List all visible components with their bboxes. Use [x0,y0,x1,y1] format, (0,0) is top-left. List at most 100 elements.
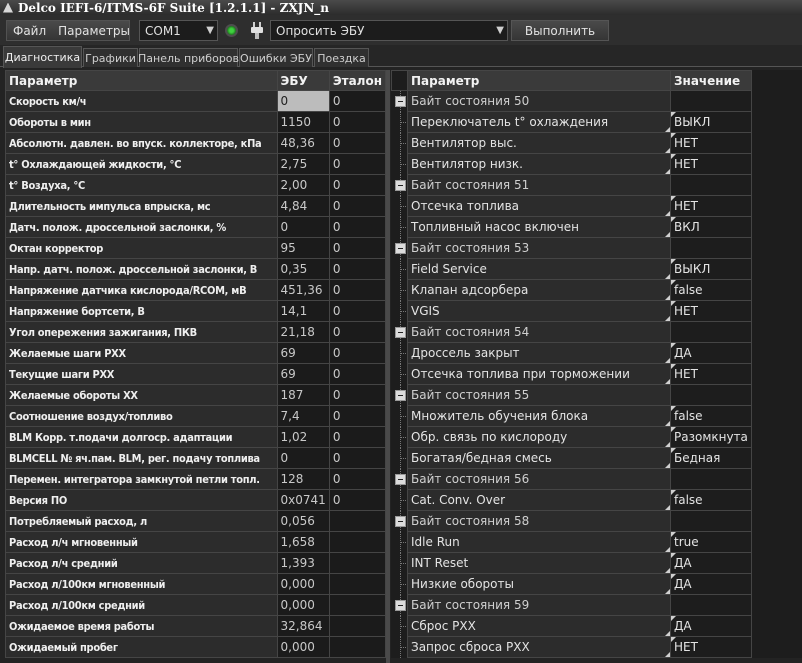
ecu-value[interactable]: 95 [276,237,330,259]
execute-button[interactable]: Выполнить [511,20,609,41]
parameter-value[interactable]: true [670,531,752,553]
parameter-value[interactable]: НЕТ [670,153,752,175]
table-row[interactable]: Желаемые обороты ХХ 187 0 [5,384,387,406]
group-row[interactable]: Байт состояния 50 [391,90,752,112]
ecu-value[interactable]: 0,000 [276,573,330,595]
group-row[interactable]: Байт состояния 53 [391,237,752,259]
ecu-value[interactable]: 0,35 [276,258,330,280]
reference-value[interactable]: 0 [328,363,387,385]
parameter-value[interactable]: ВЫКЛ [670,111,752,133]
tab-diagnostics[interactable]: Диагностика [3,46,82,68]
parameter-value[interactable]: ДА [670,342,752,364]
table-row[interactable]: Переключатель t° охлаждения ВЫКЛ [391,111,752,133]
table-row[interactable]: Потребляемый расход, л 0,056 [5,510,387,532]
ecu-value[interactable]: 0,000 [276,636,330,658]
table-row[interactable]: Версия ПО 0x0741 0 [5,489,387,511]
parameter-value[interactable]: НЕТ [670,363,752,385]
table-row[interactable]: Расход л/ч средний 1,393 [5,552,387,574]
reference-value[interactable]: 0 [328,426,387,448]
tab-trip[interactable]: Поездка [314,48,369,67]
reference-value[interactable]: 0 [328,90,387,112]
table-row[interactable]: Множитель обучения блока false [391,405,752,427]
header-ecu[interactable]: ЭБУ [276,70,330,91]
table-row[interactable]: BLMCELL № яч.пам. BLM, рег. подачу топли… [5,447,387,469]
reference-value[interactable]: 0 [328,195,387,217]
parameter-value[interactable]: ДА [670,573,752,595]
parameter-value[interactable]: false [670,279,752,301]
reference-value[interactable]: 0 [328,216,387,238]
table-row[interactable]: Абсолютн. давлен. во впуск. коллекторе, … [5,132,387,154]
parameter-value[interactable]: НЕТ [670,636,752,658]
table-row[interactable]: INT Reset ДА [391,552,752,574]
table-row[interactable]: Ожидаемое время работы 32,864 [5,615,387,637]
port-select[interactable]: COM1 ▼ [139,20,218,41]
parameter-value[interactable]: false [670,489,752,511]
parameter-value[interactable]: Разомкнута [670,426,752,448]
reference-value[interactable] [328,615,387,637]
table-row[interactable]: Богатая/бедная смесь Бедная [391,447,752,469]
group-row[interactable]: Байт состояния 54 [391,321,752,343]
parameter-value[interactable]: НЕТ [670,132,752,154]
ecu-value[interactable]: 14,1 [276,300,330,322]
reference-value[interactable]: 0 [328,342,387,364]
tree-cell[interactable] [391,321,408,343]
header-parameter[interactable]: Параметр [5,70,278,91]
reference-value[interactable]: 0 [328,489,387,511]
ecu-value[interactable]: 0,056 [276,510,330,532]
table-row[interactable]: Обороты в мин 1150 0 [5,111,387,133]
tree-cell[interactable] [391,510,408,532]
ecu-value[interactable]: 1150 [276,111,330,133]
ecu-value[interactable]: 0 [276,447,330,469]
reference-value[interactable]: 0 [328,447,387,469]
table-row[interactable]: Расход л/100км мгновенный 0,000 [5,573,387,595]
reference-value[interactable]: 0 [328,111,387,133]
ecu-value[interactable]: 4,84 [276,195,330,217]
table-row[interactable]: Напр. датч. полож. дроссельной заслонки,… [5,258,387,280]
ecu-value[interactable]: 48,36 [276,132,330,154]
table-row[interactable]: Расход л/100км средний 0,000 [5,594,387,616]
collapse-icon[interactable] [394,515,406,527]
menu-params[interactable]: Параметры [52,24,136,38]
collapse-icon[interactable] [394,473,406,485]
ecu-value[interactable]: 1,658 [276,531,330,553]
parameter-value[interactable]: Бедная [670,447,752,469]
table-row[interactable]: Вентилятор выс. НЕТ [391,132,752,154]
table-row[interactable]: t° Охлаждающей жидкости, °С 2,75 0 [5,153,387,175]
table-row[interactable]: Текущие шаги РХХ 69 0 [5,363,387,385]
table-row[interactable]: BLM Корр. т.подачи долгоср. адаптации 1,0… [5,426,387,448]
table-row[interactable]: VGIS НЕТ [391,300,752,322]
ecu-value[interactable]: 187 [276,384,330,406]
menu-file[interactable]: Файл [7,24,52,38]
table-row[interactable]: Idle Run true [391,531,752,553]
table-row[interactable]: Сброс РХХ ДА [391,615,752,637]
reference-value[interactable]: 0 [328,405,387,427]
collapse-icon[interactable] [394,389,406,401]
tree-cell[interactable] [391,237,408,259]
collapse-icon[interactable] [394,242,406,254]
reference-value[interactable]: 0 [328,237,387,259]
reference-value[interactable]: 0 [328,384,387,406]
reference-value[interactable] [328,636,387,658]
table-row[interactable]: Дроссель закрыт ДА [391,342,752,364]
table-row[interactable]: Клапан адсорбера false [391,279,752,301]
ecu-value[interactable]: 0 [276,216,330,238]
table-row[interactable]: Соотношение воздух/топливо 7,4 0 [5,405,387,427]
reference-value[interactable]: 0 [328,300,387,322]
tree-cell[interactable] [391,384,408,406]
header-value[interactable]: Значение [670,70,752,91]
reference-value[interactable]: 0 [328,153,387,175]
table-row[interactable]: Октан корректор 95 0 [5,237,387,259]
ecu-value[interactable]: 1,02 [276,426,330,448]
group-row[interactable]: Байт состояния 58 [391,510,752,532]
ecu-value[interactable]: 32,864 [276,615,330,637]
table-row[interactable]: Перемен. интегратора замкнутой петли топ… [5,468,387,490]
collapse-icon[interactable] [394,96,406,107]
group-row[interactable]: Байт состояния 51 [391,174,752,196]
reference-value[interactable] [328,573,387,595]
ecu-value[interactable]: 2,75 [276,153,330,175]
table-row[interactable]: Угол опережения зажигания, ПКВ 21,18 0 [5,321,387,343]
ecu-value[interactable]: 0x0741 [276,489,330,511]
ecu-value[interactable]: 69 [276,342,330,364]
reference-value[interactable] [328,510,387,532]
parameter-value[interactable]: ДА [670,552,752,574]
